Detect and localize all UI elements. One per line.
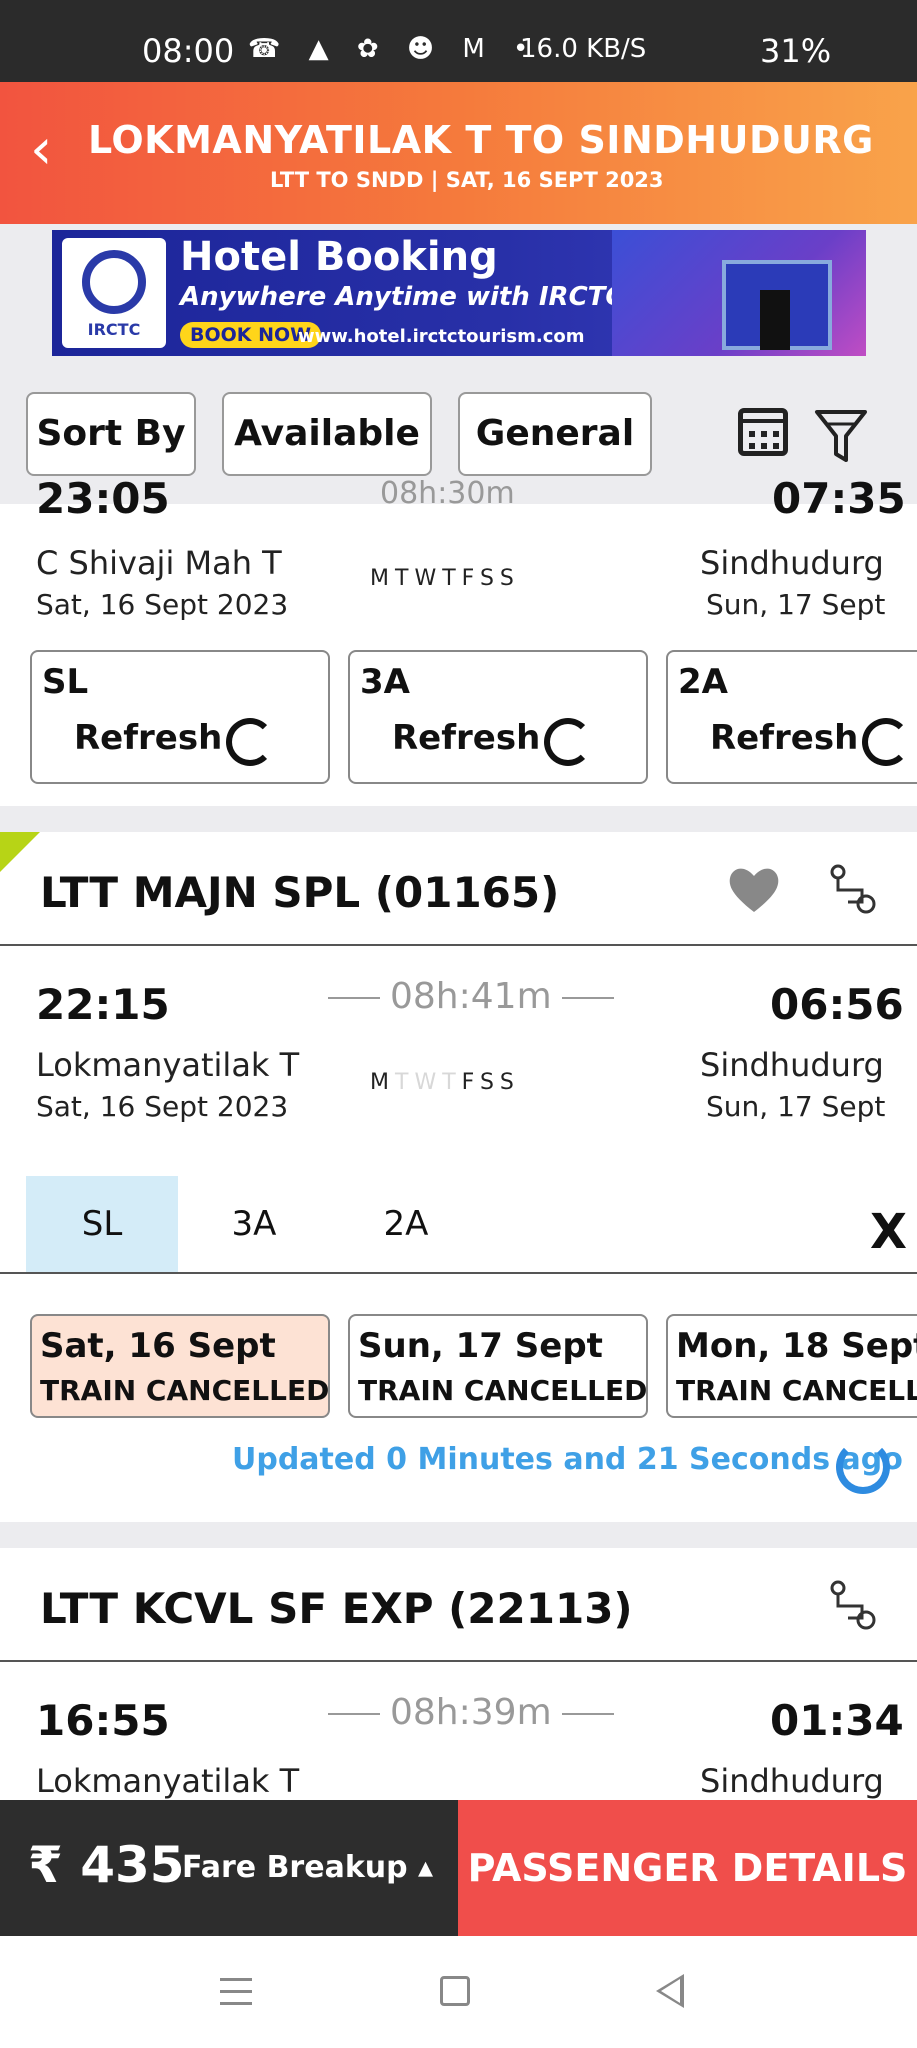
origin-date: Sat, 16 Sept 2023 (36, 588, 289, 621)
card-corner-marker (0, 832, 40, 872)
favorite-heart-icon[interactable] (726, 864, 782, 916)
refresh-label: Refresh (74, 718, 223, 758)
date-card[interactable]: Sun, 17 Sept TRAIN CANCELLED (348, 1314, 648, 1418)
origin-station: Lokmanyatilak T (36, 1762, 300, 1800)
tab-3a[interactable]: 3A (178, 1176, 330, 1272)
arrival-time: 07:35 (772, 474, 906, 523)
banner-tagline: Anywhere Anytime with IRCTC (180, 282, 625, 312)
train-card: 23:05 08h:30m 07:35 C Shivaji Mah T Sat,… (0, 474, 917, 806)
fare-breakup-toggle[interactable]: Fare Breakup ▴ (182, 1850, 433, 1885)
battery-level: 31% (760, 32, 832, 70)
date-card[interactable]: Mon, 18 Sept TRAIN CANCELLED (666, 1314, 917, 1418)
card-divider (0, 944, 917, 946)
origin-station: Lokmanyatilak T (36, 1046, 300, 1084)
close-availability-button[interactable]: X (870, 1204, 907, 1260)
departure-time: 23:05 (36, 474, 170, 523)
class-card-3a[interactable]: 3A Refresh (348, 650, 648, 784)
page-title: LOKMANYATILAK T TO SINDHUDURG (88, 118, 874, 162)
route-subtitle: LTT TO SNDD | SAT, 16 SEPT 2023 (270, 168, 664, 192)
route-map-icon[interactable] (826, 1578, 880, 1634)
arrival-time: 01:34 (770, 1696, 904, 1745)
banner-heading: Hotel Booking (180, 234, 498, 280)
back-icon[interactable] (656, 1974, 684, 2008)
train-name[interactable]: LTT KCVL SF EXP (22113) (40, 1584, 633, 1633)
class-card-sl[interactable]: SL Refresh (30, 650, 330, 784)
refresh-label: Refresh (710, 718, 859, 758)
destination-station: Sindhudurg (700, 1762, 884, 1800)
net-speed: 16.0 KB/S (520, 34, 647, 64)
updated-timestamp: Updated 0 Minutes and 21 Seconds ago (232, 1442, 903, 1477)
origin-date: Sat, 16 Sept 2023 (36, 1090, 289, 1123)
filter-icon[interactable] (814, 406, 868, 466)
date-card-selected[interactable]: Sat, 16 Sept TRAIN CANCELLED (30, 1314, 330, 1418)
fare-amount: ₹ 435 (28, 1836, 185, 1894)
refresh-icon (226, 718, 274, 766)
train-card: LTT KCVL SF EXP (22113) 16:55 08h:39m 01… (0, 1548, 917, 1800)
status-time: 08:00 (142, 32, 235, 70)
back-arrow-icon[interactable]: ‹ (30, 122, 74, 182)
quota-filter[interactable]: General (458, 392, 652, 476)
hotel-illustration (612, 230, 866, 356)
available-filter[interactable]: Available (222, 392, 432, 476)
refresh-label: Refresh (392, 718, 541, 758)
train-name[interactable]: LTT MAJN SPL (01165) (40, 868, 559, 917)
departure-time: 22:15 (36, 980, 170, 1029)
system-nav-bar (0, 1936, 917, 2048)
class-card-2a[interactable]: 2A Refresh (666, 650, 917, 784)
tab-2a[interactable]: 2A (330, 1176, 482, 1272)
home-icon[interactable] (440, 1976, 470, 2006)
route-map-icon[interactable] (826, 862, 880, 918)
recent-apps-icon[interactable] (220, 1978, 252, 2006)
calendar-icon[interactable] (738, 408, 788, 456)
origin-station: C Shivaji Mah T (36, 544, 282, 582)
refresh-icon (544, 718, 592, 766)
journey-duration: 08h:39m (318, 1692, 624, 1733)
tab-sl[interactable]: SL (26, 1176, 178, 1272)
destination-date: Sun, 17 Sept (706, 588, 886, 621)
hotel-booking-banner[interactable]: IRCTC Hotel Booking Anywhere Anytime wit… (52, 230, 866, 356)
journey-duration: 08h:41m (318, 976, 624, 1017)
departure-time: 16:55 (36, 1696, 170, 1745)
train-card: LTT MAJN SPL (01165) 22:15 08h:41m 06:56… (0, 832, 917, 1522)
refresh-icon (862, 718, 910, 766)
arrival-time: 06:56 (770, 980, 904, 1029)
status-bar: 08:00 ☎ ▲ ✿ ☻ M • 16.0 KB/S 31% (0, 0, 917, 82)
destination-station: Sindhudurg (700, 544, 884, 582)
bottom-action-bar: ₹ 435 Fare Breakup ▴ PASSENGER DETAILS (0, 1800, 917, 1936)
irctc-logo: IRCTC (62, 238, 166, 348)
sort-by-button[interactable]: Sort By (26, 392, 196, 476)
notification-icons: ☎ ▲ ✿ ☻ M • (248, 34, 539, 64)
journey-duration: 08h:30m (380, 476, 515, 511)
running-days: MTWTFSS (370, 1070, 520, 1095)
banner-url: www.hotel.irctctourism.com (298, 326, 585, 347)
destination-date: Sun, 17 Sept (706, 1090, 886, 1123)
passenger-details-button[interactable]: PASSENGER DETAILS (458, 1800, 917, 1936)
destination-station: Sindhudurg (700, 1046, 884, 1084)
tab-divider (0, 1272, 917, 1274)
card-divider (0, 1660, 917, 1662)
refresh-icon[interactable] (836, 1440, 890, 1494)
route-header: ‹ LOKMANYATILAK T TO SINDHUDURG LTT TO S… (0, 82, 917, 224)
running-days: MTWTFSS (370, 566, 520, 591)
